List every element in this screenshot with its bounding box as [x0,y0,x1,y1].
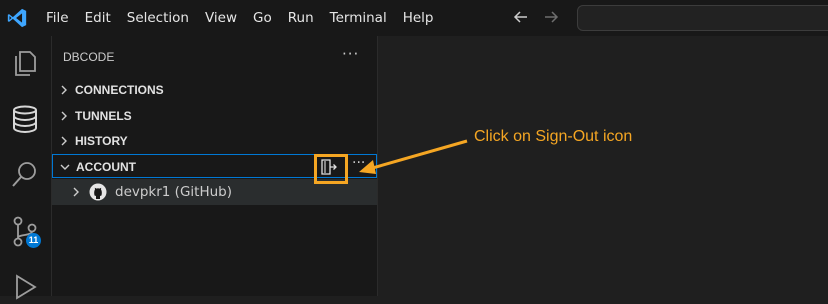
section-history[interactable]: HISTORY [52,129,377,153]
section-connections[interactable]: CONNECTIONS [52,78,377,102]
chevron-right-icon [61,136,67,146]
sidebar-title: DBCODE [63,50,115,64]
section-label: HISTORY [75,134,128,148]
title-bar: File Edit Selection View Go Run Terminal… [0,0,828,36]
annotation-callout-text: Click on Sign-Out icon [474,128,633,145]
run-debug-icon[interactable] [8,270,42,304]
menu-edit[interactable]: Edit [77,0,119,36]
back-arrow-icon[interactable] [511,7,531,27]
menu-view[interactable]: View [197,0,245,36]
command-center-search[interactable] [577,5,828,31]
menu-go[interactable]: Go [245,0,280,36]
menu-run[interactable]: Run [280,0,322,36]
explorer-icon[interactable] [8,46,42,80]
chevron-right-icon [61,111,67,121]
menu-terminal[interactable]: Terminal [322,0,395,36]
github-icon [89,183,107,201]
database-icon[interactable] [8,102,42,136]
chevron-right-icon [61,85,67,95]
annotation-arrow [359,139,468,174]
chevron-down-icon [60,164,70,170]
source-control-badge: 11 [26,233,41,248]
section-label: TUNNELS [75,109,132,123]
section-tunnels[interactable]: TUNNELS [52,104,377,128]
forward-arrow-icon[interactable] [541,7,561,27]
sidebar-more-actions-button[interactable]: ··· [342,45,359,63]
vscode-logo-icon[interactable] [6,7,28,29]
menu-file[interactable]: File [38,0,77,36]
sign-out-highlight-box [314,154,348,184]
menu-help[interactable]: Help [395,0,442,36]
activity-bar: 11 [0,36,52,300]
menu-selection[interactable]: Selection [119,0,197,36]
account-item-label: devpkr1 (GitHub) [115,184,232,200]
section-label: ACCOUNT [76,160,136,174]
menu-bar: File Edit Selection View Go Run Terminal… [38,0,441,36]
section-label: CONNECTIONS [75,83,164,97]
search-icon[interactable] [8,158,42,192]
chevron-right-icon[interactable] [69,185,83,199]
